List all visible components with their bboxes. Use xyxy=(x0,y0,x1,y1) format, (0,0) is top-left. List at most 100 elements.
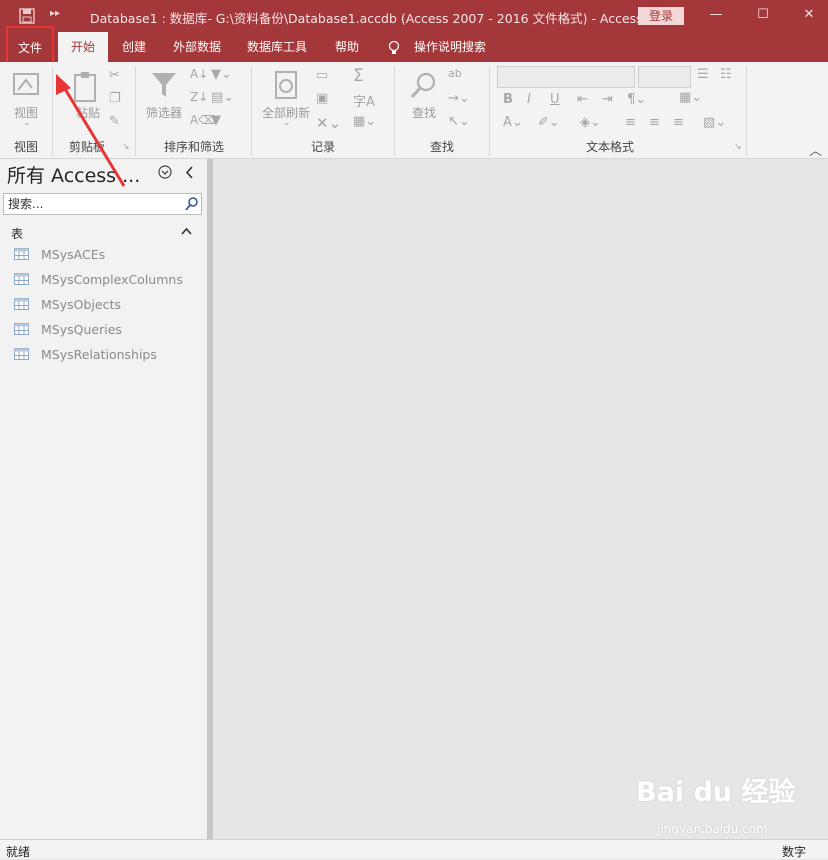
status-ready: 就绪 xyxy=(6,845,31,859)
fill-color-icon[interactable]: ◈⌄ xyxy=(580,115,601,130)
minimize-button[interactable]: — xyxy=(701,5,731,25)
selection-filter-icon[interactable]: ▼⌄ xyxy=(211,67,232,82)
align-center-icon[interactable]: ≡ xyxy=(649,115,660,130)
font-name-combo[interactable] xyxy=(497,66,635,88)
font-size-combo[interactable] xyxy=(638,66,691,88)
nav-item-table[interactable]: MSysObjects xyxy=(12,294,202,316)
view-dropdown-icon[interactable]: ⌄ xyxy=(23,118,31,128)
delete-record-icon[interactable]: ✕⌄ xyxy=(316,114,341,132)
nav-item-table[interactable]: MSysComplexColumns xyxy=(12,269,202,291)
group-label-view: 视图 xyxy=(14,140,39,154)
group-divider xyxy=(489,66,490,156)
login-button[interactable]: 登录 xyxy=(638,7,684,25)
bold-icon[interactable]: B xyxy=(503,92,513,107)
nav-item-table[interactable]: MSysQueries xyxy=(12,319,202,341)
save-icon[interactable] xyxy=(19,8,35,24)
nav-item-table[interactable]: MSysRelationships xyxy=(12,344,202,366)
maximize-button[interactable]: ☐ xyxy=(748,5,778,25)
nav-group-header[interactable]: 表 xyxy=(11,225,23,242)
cut-icon[interactable]: ✂ xyxy=(109,68,120,83)
tab-home[interactable]: 开始 xyxy=(58,32,108,62)
nav-item-label: MSysQueries xyxy=(41,322,122,337)
group-divider xyxy=(52,66,53,156)
group-label-clipboard: 剪贴板 xyxy=(69,140,106,154)
refresh-all-icon[interactable] xyxy=(272,70,302,102)
lightbulb-icon xyxy=(388,40,400,54)
group-divider xyxy=(135,66,136,156)
paste-button-label[interactable]: 粘贴 xyxy=(76,104,100,121)
select-icon[interactable]: ↖⌄ xyxy=(448,114,470,129)
window-title: Database1 : 数据库- G:\资料备份\Database1.accdb… xyxy=(90,11,643,26)
nav-menu-dropdown-icon[interactable] xyxy=(158,165,172,179)
gridlines-icon[interactable]: ▦⌄ xyxy=(679,90,702,105)
font-color-icon[interactable]: A⌄ xyxy=(503,115,523,130)
sort-ascending-icon[interactable]: A↓ xyxy=(190,67,208,81)
watermark-url: jingyan.baidu.com xyxy=(657,822,768,836)
filter-button-label[interactable]: 筛选器 xyxy=(146,104,182,121)
text-direction-icon[interactable]: ¶⌄ xyxy=(627,92,646,107)
quick-access-more-icon[interactable]: ▸▸ xyxy=(50,8,60,19)
spelling-icon[interactable]: 字A xyxy=(353,91,375,110)
underline-icon[interactable]: U xyxy=(550,92,560,107)
tab-database-tools[interactable]: 数据库工具 xyxy=(247,32,307,62)
collapse-group-icon[interactable] xyxy=(181,227,192,235)
nav-item-label: MSysRelationships xyxy=(41,347,157,362)
table-icon xyxy=(14,323,29,335)
align-left-icon[interactable]: ≡ xyxy=(625,115,636,130)
highlight-icon[interactable]: ✐⌄ xyxy=(538,115,560,130)
format-painter-icon[interactable]: ✎ xyxy=(109,114,120,129)
increase-indent-icon[interactable]: ⇥ xyxy=(602,92,613,107)
status-num-lock: 数字 xyxy=(782,845,807,859)
replace-icon[interactable]: ab xyxy=(448,67,462,80)
paste-icon[interactable] xyxy=(72,70,102,104)
toggle-filter-icon[interactable]: ▼ xyxy=(211,113,221,128)
advanced-filter-icon[interactable]: ▤⌄ xyxy=(211,90,234,105)
nav-item-table[interactable]: MSysACEs xyxy=(12,244,202,266)
tab-create[interactable]: 创建 xyxy=(122,32,146,62)
find-button-label[interactable]: 查找 xyxy=(412,104,436,121)
align-right-icon[interactable]: ≡ xyxy=(673,115,684,130)
table-icon xyxy=(14,273,29,285)
new-record-icon[interactable]: ▭ xyxy=(316,68,328,83)
group-label-find: 查找 xyxy=(430,140,455,154)
title-bar: ▸▸ Database1 : 数据库- G:\资料备份\Database1.ac… xyxy=(0,0,828,32)
save-record-icon[interactable]: ▣ xyxy=(316,91,328,106)
group-divider xyxy=(746,66,747,156)
totals-icon[interactable]: Σ xyxy=(353,66,364,86)
find-icon[interactable] xyxy=(409,70,439,100)
bullets-icon[interactable]: ☰ xyxy=(697,67,709,82)
group-label-text-format: 文本格式 xyxy=(586,140,635,154)
tell-me-search[interactable]: 操作说明搜索 xyxy=(414,32,486,62)
refresh-dropdown-icon[interactable]: ⌄ xyxy=(283,118,291,128)
clipboard-launcher-icon[interactable]: ↘ xyxy=(122,142,130,152)
more-records-icon[interactable]: ▦⌄ xyxy=(353,114,376,129)
search-icon[interactable] xyxy=(185,197,198,211)
close-button[interactable]: ✕ xyxy=(794,5,824,25)
view-icon[interactable] xyxy=(12,70,42,100)
nav-pane-title[interactable]: 所有 Access ... xyxy=(7,161,140,188)
nav-item-label: MSysACEs xyxy=(41,247,106,262)
nav-search-box[interactable] xyxy=(3,193,202,215)
go-to-icon[interactable]: →⌄ xyxy=(448,91,470,106)
nav-item-label: MSysObjects xyxy=(41,297,121,312)
nav-search-input[interactable] xyxy=(8,196,178,212)
sort-descending-icon[interactable]: Z↓ xyxy=(190,90,208,104)
ribbon: 视图 ⌄ 视图 粘贴 ✂ ❐ ✎ 剪贴板 ↘ 筛选器 A↓ Z↓ A⌫ ▼⌄ ▤… xyxy=(0,62,828,159)
alternate-row-color-icon[interactable]: ▧⌄ xyxy=(703,115,726,130)
group-divider xyxy=(251,66,252,156)
watermark-logo: Bai du 经验 xyxy=(636,777,796,808)
numbering-icon[interactable]: ☷ xyxy=(720,67,732,82)
decrease-indent-icon[interactable]: ⇤ xyxy=(577,92,588,107)
tab-external-data[interactable]: 外部数据 xyxy=(173,32,221,62)
text-format-launcher-icon[interactable]: ↘ xyxy=(734,142,742,152)
collapse-nav-icon[interactable] xyxy=(185,166,195,179)
group-label-records: 记录 xyxy=(311,140,336,154)
collapse-ribbon-icon[interactable]: ︿ xyxy=(809,140,822,159)
copy-icon[interactable]: ❐ xyxy=(109,91,121,106)
status-bar: 就绪 数字 xyxy=(0,839,828,859)
italic-icon[interactable]: I xyxy=(527,92,531,107)
nav-item-label: MSysComplexColumns xyxy=(41,272,183,287)
filter-icon[interactable] xyxy=(150,70,178,100)
table-icon xyxy=(14,248,29,260)
tab-help[interactable]: 帮助 xyxy=(335,32,359,62)
